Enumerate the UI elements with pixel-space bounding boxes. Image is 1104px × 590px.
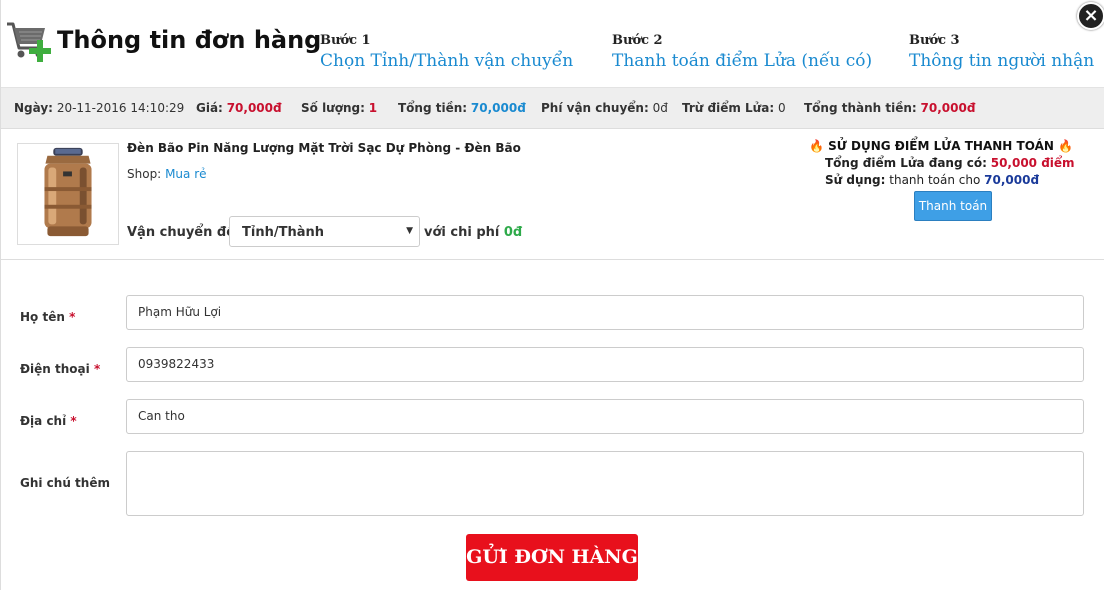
points-title: 🔥 SỬ DỤNG ĐIỂM LỬA THANH TOÁN 🔥 (809, 139, 1074, 153)
cart-add-icon (7, 22, 51, 62)
step-3: Bước 3 Thông tin người nhận (909, 33, 1094, 71)
name-input[interactable]: Phạm Hữu Lợi (126, 295, 1084, 330)
note-label: Ghi chú thêm (20, 476, 110, 490)
points-usage: Sử dụng: thanh toán cho 70,000đ (825, 173, 1040, 187)
step-1-text: Chọn Tỉnh/Thành vận chuyển (320, 51, 574, 71)
product-section: Đèn Bão Pin Năng Lượng Mặt Trời Sạc Dự P… (1, 129, 1104, 260)
flame-icon: 🔥 (1058, 139, 1074, 153)
order-summary-bar: Ngày: 20-11-2016 14:10:29 Giá: 70,000đ S… (1, 88, 1104, 129)
summary-grand-total: Tổng thành tiền: 70,000đ (804, 101, 976, 115)
step-3-label: Bước 3 (909, 33, 960, 48)
step-2: Bước 2 Thanh toán điểm Lửa (nếu có) (612, 33, 872, 71)
summary-total: Tổng tiền: 70,000đ (398, 101, 526, 115)
summary-points: Trừ điểm Lửa: 0 (682, 101, 786, 115)
step-1: Bước 1 Chọn Tỉnh/Thành vận chuyển (320, 33, 573, 71)
phone-input[interactable]: 0939822433 (126, 347, 1084, 382)
dropdown-arrow-icon: ▼ (406, 226, 413, 236)
flame-icon: 🔥 (809, 139, 824, 153)
ship-to-label: Vận chuyển đến (127, 225, 245, 240)
summary-price: Giá: 70,000đ (196, 101, 282, 115)
address-input[interactable]: Can tho (126, 399, 1084, 434)
step-1-label: Bước 1 (320, 33, 371, 48)
shop-link[interactable]: Mua rẻ (165, 167, 206, 181)
submit-order-button[interactable]: GỬI ĐƠN HÀNG (466, 534, 638, 581)
points-panel: 🔥 SỬ DỤNG ĐIỂM LỬA THANH TOÁN 🔥 Tổng điể… (809, 139, 1075, 221)
product-shop: Shop: Mua rẻ (127, 167, 207, 181)
pay-with-points-button[interactable]: Thanh toán (914, 191, 992, 221)
name-label: Họ tên * (20, 310, 76, 324)
order-modal: Thông tin đơn hàng Bước 1 Chọn Tỉnh/Thàn… (0, 0, 1104, 590)
ship-cost: với chi phí 0đ (424, 225, 523, 240)
summary-quantity: Số lượng: 1 (301, 101, 378, 115)
address-label: Địa chỉ * (20, 414, 77, 428)
product-name: Đèn Bão Pin Năng Lượng Mặt Trời Sạc Dự P… (127, 141, 521, 155)
points-balance: Tổng điểm Lửa đang có: 50,000 điểm (825, 156, 1075, 170)
summary-shipping: Phí vận chuyển: 0đ (541, 101, 668, 115)
phone-label: Điện thoại * (20, 362, 101, 376)
close-button[interactable]: × (1077, 2, 1104, 30)
lantern-icon (44, 147, 92, 237)
step-2-text: Thanh toán điểm Lửa (nếu có) (612, 51, 873, 71)
summary-date: Ngày: 20-11-2016 14:10:29 (14, 101, 185, 115)
product-image[interactable] (17, 143, 119, 245)
modal-title: Thông tin đơn hàng (57, 26, 322, 54)
note-textarea[interactable] (126, 451, 1084, 516)
modal-header: Thông tin đơn hàng Bước 1 Chọn Tỉnh/Thàn… (1, 0, 1104, 88)
step-3-text: Thông tin người nhận (909, 51, 1095, 71)
step-2-label: Bước 2 (612, 33, 663, 48)
province-select[interactable]: Tỉnh/Thành ▼ (229, 216, 420, 247)
